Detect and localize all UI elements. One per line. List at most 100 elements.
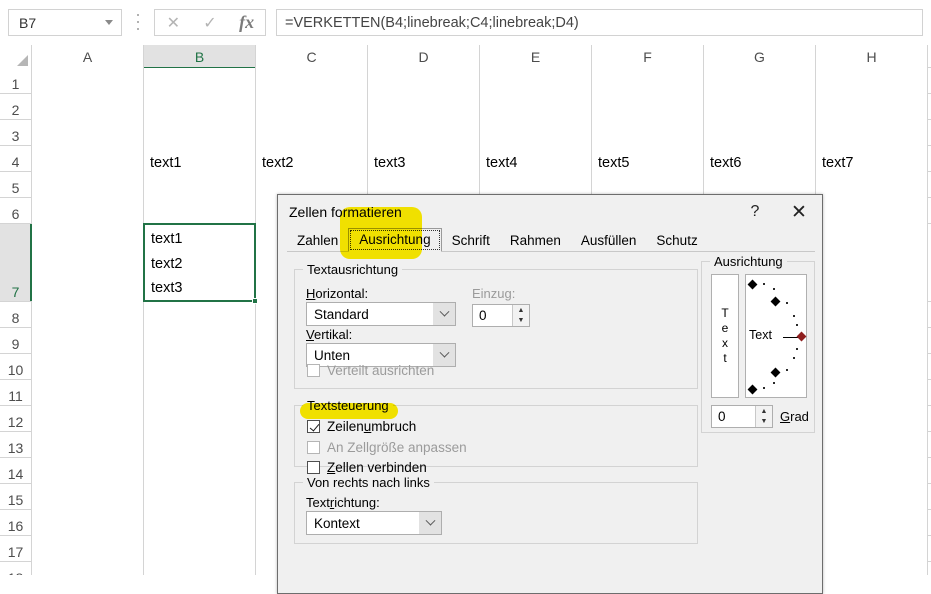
row-header-12[interactable]: 12: [0, 406, 32, 432]
cell-B9[interactable]: [144, 328, 256, 354]
row-header-14[interactable]: 14: [0, 458, 32, 484]
textrichtung-select[interactable]: Kontext: [306, 511, 442, 535]
cell-A5[interactable]: [32, 172, 144, 198]
cell-B11[interactable]: [144, 380, 256, 406]
cell-B1[interactable]: [144, 68, 256, 94]
checkbox-icon[interactable]: [307, 461, 320, 474]
help-icon[interactable]: ?: [734, 197, 776, 227]
row-header-16[interactable]: 16: [0, 510, 32, 536]
cell-E4[interactable]: text4: [480, 146, 592, 172]
dial-marker-minus90[interactable]: [770, 367, 781, 378]
column-header-e[interactable]: E: [480, 45, 592, 68]
cell-H14[interactable]: [816, 458, 928, 484]
cell-A10[interactable]: [32, 354, 144, 380]
chevron-down-icon[interactable]: [419, 512, 441, 534]
tab-ausrichtung[interactable]: Ausrichtung: [348, 228, 442, 252]
distributed-checkbox-row[interactable]: Verteilt ausrichten: [307, 363, 434, 378]
row-header-3[interactable]: 3: [0, 120, 32, 146]
cell-A12[interactable]: [32, 406, 144, 432]
cell-A14[interactable]: [32, 458, 144, 484]
cell-H18[interactable]: [816, 562, 928, 575]
cell-B13[interactable]: [144, 432, 256, 458]
tab-zahlen[interactable]: Zahlen: [287, 230, 348, 252]
name-box[interactable]: B7: [8, 9, 122, 36]
cell-H7[interactable]: [816, 224, 928, 302]
cell-B10[interactable]: [144, 354, 256, 380]
cell-E2[interactable]: [480, 94, 592, 120]
cell-E3[interactable]: [480, 120, 592, 146]
cell-A9[interactable]: [32, 328, 144, 354]
cell-B2[interactable]: [144, 94, 256, 120]
cell-D2[interactable]: [368, 94, 480, 120]
row-header-2[interactable]: 2: [0, 94, 32, 120]
row-header-9[interactable]: 9: [0, 328, 32, 354]
column-header-f[interactable]: F: [592, 45, 704, 68]
cell-H9[interactable]: [816, 328, 928, 354]
cell-B16[interactable]: [144, 510, 256, 536]
cell-A18[interactable]: [32, 562, 144, 575]
cell-F2[interactable]: [592, 94, 704, 120]
cell-D3[interactable]: [368, 120, 480, 146]
row-header-5[interactable]: 5: [0, 172, 32, 198]
cell-B18[interactable]: [144, 562, 256, 575]
checkbox-icon[interactable]: [307, 364, 320, 377]
select-all-corner[interactable]: [0, 45, 32, 68]
cell-G1[interactable]: [704, 68, 816, 94]
insert-function-icon[interactable]: fx: [228, 10, 265, 35]
column-header-b[interactable]: B: [144, 45, 256, 69]
cell-F3[interactable]: [592, 120, 704, 146]
tab-rahmen[interactable]: Rahmen: [500, 230, 571, 252]
cell-B4[interactable]: text1: [144, 146, 256, 172]
cell-A3[interactable]: [32, 120, 144, 146]
cell-A4[interactable]: [32, 146, 144, 172]
cell-B3[interactable]: [144, 120, 256, 146]
cell-B12[interactable]: [144, 406, 256, 432]
tab-schrift[interactable]: Schrift: [442, 230, 500, 252]
column-header-a[interactable]: A: [32, 45, 144, 68]
vertical-text-preview[interactable]: T e x t: [711, 274, 739, 398]
cell-C2[interactable]: [256, 94, 368, 120]
cell-C4[interactable]: text2: [256, 146, 368, 172]
cell-H2[interactable]: [816, 94, 928, 120]
row-header-17[interactable]: 17: [0, 536, 32, 562]
row-header-18[interactable]: 18: [0, 562, 32, 575]
cell-B5[interactable]: [144, 172, 256, 198]
zellgroesse-checkbox-row[interactable]: An Zellgröße anpassen: [307, 440, 467, 455]
cell-B8[interactable]: [144, 302, 256, 328]
cell-F1[interactable]: [592, 68, 704, 94]
format-cells-dialog[interactable]: Zellen formatieren ? ✕ Zahlen Ausrichtun…: [277, 194, 823, 594]
cell-H10[interactable]: [816, 354, 928, 380]
dial-marker-90[interactable]: [770, 296, 781, 307]
row-header-13[interactable]: 13: [0, 432, 32, 458]
cell-A1[interactable]: [32, 68, 144, 94]
cell-A11[interactable]: [32, 380, 144, 406]
tab-ausfuellen[interactable]: Ausfüllen: [571, 230, 647, 252]
row-header-15[interactable]: 15: [0, 484, 32, 510]
row-header-4[interactable]: 4: [0, 146, 32, 172]
cell-H1[interactable]: [816, 68, 928, 94]
cell-B17[interactable]: [144, 536, 256, 562]
row-header-1[interactable]: 1: [0, 68, 32, 94]
cell-H15[interactable]: [816, 484, 928, 510]
cell-H8[interactable]: [816, 302, 928, 328]
chevron-down-icon[interactable]: [433, 303, 455, 325]
chevron-down-icon[interactable]: [433, 344, 455, 366]
dial-marker-135[interactable]: [747, 279, 758, 290]
zellen-verbinden-checkbox-row[interactable]: Zellen verbinden: [307, 460, 427, 475]
cell-H13[interactable]: [816, 432, 928, 458]
dial-marker-minus135[interactable]: [747, 384, 758, 395]
cell-A7[interactable]: [32, 224, 144, 302]
cell-B14[interactable]: [144, 458, 256, 484]
cell-H6[interactable]: [816, 198, 928, 224]
cell-G3[interactable]: [704, 120, 816, 146]
cell-D1[interactable]: [368, 68, 480, 94]
cell-E1[interactable]: [480, 68, 592, 94]
row-header-7[interactable]: 7: [0, 224, 32, 302]
degrees-spin-buttons[interactable]: ▲ ▼: [755, 406, 772, 427]
column-header-g[interactable]: G: [704, 45, 816, 68]
chevron-down-icon[interactable]: [105, 20, 113, 25]
cell-A16[interactable]: [32, 510, 144, 536]
cell-H16[interactable]: [816, 510, 928, 536]
cell-H4[interactable]: text7: [816, 146, 928, 172]
cancel-formula-icon[interactable]: ✕: [155, 10, 192, 35]
